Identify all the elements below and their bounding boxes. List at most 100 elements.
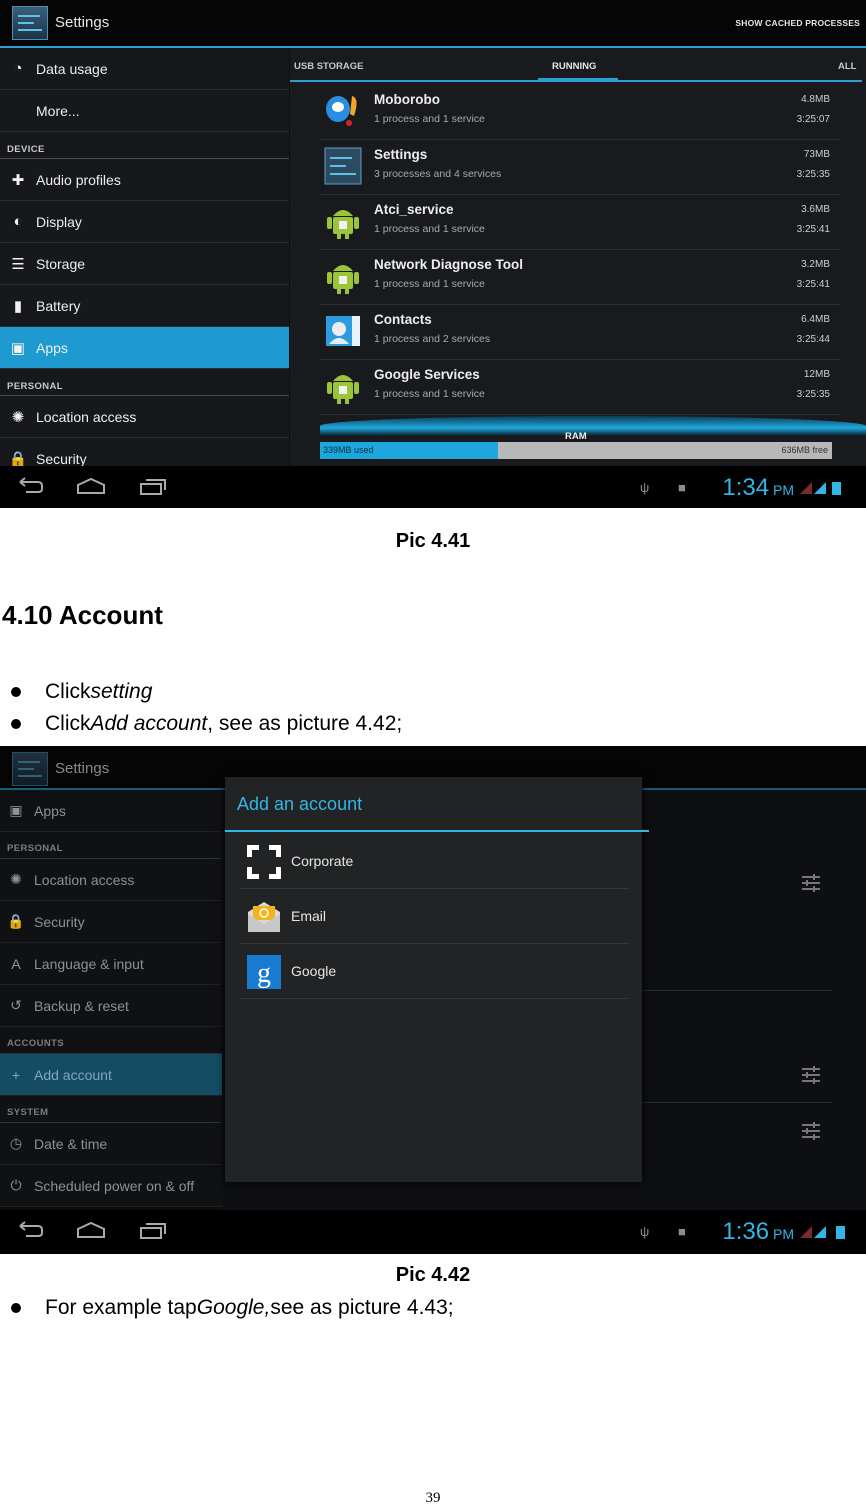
running-apps-panel: USB STORAGE RUNNING ALL Moborobo 1 proces… (290, 48, 866, 466)
sidebar-item-more[interactable]: More... (0, 90, 289, 132)
svg-text:g: g (257, 958, 271, 989)
sidebar-item-label: Scheduled power on & off (34, 1177, 195, 1194)
sidebar-item-backup-reset[interactable]: ↺ Backup & reset (0, 985, 222, 1027)
sidebar-item-location-access[interactable]: ✺ Location access (0, 859, 222, 901)
sidebar-item-label: Security (36, 450, 87, 467)
sidebar-item-label: Location access (34, 871, 135, 888)
sidebar-item-label: Backup & reset (34, 997, 129, 1014)
bullet-click-add-account: Click Add account, see as picture 4.42; (11, 712, 402, 736)
android-notification-icon: ■ (678, 480, 686, 495)
sidebar-item-data-usage[interactable]: ◔ Data usage (0, 48, 289, 90)
account-option-email[interactable]: Email (239, 889, 629, 944)
backup-icon: ↺ (10, 997, 22, 1013)
sidebar-item-label: Date & time (34, 1135, 108, 1152)
sidebar-item-scheduled-power-on-off[interactable]: ⏻ Scheduled power on & off (0, 1165, 222, 1207)
recent-apps-icon[interactable] (138, 476, 168, 496)
caption-pic-4-41: Pic 4.41 (395, 530, 471, 552)
process-uptime: 3:25:41 (796, 279, 830, 290)
sidebar-item-apps[interactable]: ▣ Apps (0, 790, 222, 832)
screenshot-running-apps: Settings SHOW CACHED PROCESSES ◔ Data usa… (0, 0, 866, 508)
process-description: 1 process and 1 service (374, 278, 485, 290)
tab-running[interactable]: RUNNING (552, 61, 596, 72)
sidebar-item-display[interactable]: ◐ Display (0, 201, 289, 243)
home-icon[interactable] (76, 1220, 106, 1240)
account-option-corporate[interactable]: Corporate (239, 834, 629, 889)
process-name: Atci_service (374, 202, 454, 217)
sidebar-item-apps[interactable]: ▣ Apps (0, 327, 289, 369)
bullet-dot (11, 1303, 21, 1313)
dialog-title: Add an account (237, 794, 363, 814)
sidebar-header-device: DEVICE (0, 132, 289, 159)
status-clock: 1:36 PM (722, 1218, 794, 1245)
blank-icon (9, 102, 27, 120)
lock-icon: 🔒 (7, 913, 25, 929)
process-description: 3 processes and 4 services (374, 168, 502, 180)
battery-icon: ▮ (13, 297, 23, 315)
show-cached-processes-button[interactable]: SHOW CACHED PROCESSES (735, 18, 860, 28)
android-notification-icon: ■ (678, 1224, 686, 1239)
settings-sidebar: ◔ Data usage More... DEVICE ✚ Audio profiles ◐… (0, 48, 289, 480)
process-uptime: 3:25:07 (796, 114, 830, 125)
process-memory: 3.2MB (801, 259, 830, 270)
sidebar-item-add-account[interactable]: + Add account (0, 1054, 222, 1096)
lock-icon: 🔒 (8, 450, 28, 468)
process-row[interactable]: Moborobo 1 process and 1 service 4.8MB 3:25… (320, 84, 840, 140)
home-icon[interactable] (76, 476, 106, 496)
process-name: Moborobo (374, 92, 440, 107)
audio-profiles-icon: ✚ (11, 171, 25, 189)
tab-usb-storage[interactable]: USB STORAGE (294, 61, 364, 72)
sidebar-item-language-input[interactable]: A Language & input (0, 943, 222, 985)
moborobo-icon (324, 92, 362, 130)
settings-icon (324, 147, 362, 185)
account-option-google[interactable]: g Google (239, 944, 629, 999)
ram-free-label: 636MB free (781, 445, 828, 455)
back-icon[interactable] (16, 476, 46, 496)
process-name: Contacts (374, 312, 432, 327)
process-description: 1 process and 1 service (374, 113, 485, 125)
app-tabs: USB STORAGE RUNNING ALL (290, 56, 862, 82)
sidebar-item-label: Storage (36, 255, 86, 272)
sidebar-item-location-access[interactable]: ✺ Location access (0, 396, 289, 438)
sync-settings-icon[interactable] (800, 1064, 822, 1086)
process-row[interactable]: Google Services 1 process and 1 service 12… (320, 359, 840, 415)
back-icon[interactable] (16, 1220, 46, 1240)
process-name: Network Diagnose Tool (374, 257, 524, 272)
android-icon (324, 257, 362, 295)
process-row[interactable]: Contacts 1 process and 2 services 6.4MB 3:2… (320, 304, 840, 360)
sidebar-item-label: Location access (36, 408, 137, 425)
process-row[interactable]: Network Diagnose Tool 1 process and 1 ser… (320, 249, 840, 305)
sidebar-item-audio-profiles[interactable]: ✚ Audio profiles (0, 159, 289, 201)
sidebar-item-label: Apps (34, 802, 66, 819)
ram-glow-decoration (320, 416, 866, 436)
ram-used-label: 339MB used (323, 445, 374, 455)
location-icon: ✺ (11, 408, 25, 426)
sidebar-item-date-time[interactable]: ◷ Date & time (0, 1123, 222, 1165)
process-uptime: 3:25:35 (796, 389, 830, 400)
apps-icon: ▣ (9, 802, 23, 818)
display-icon: ◐ (13, 213, 23, 230)
process-uptime: 3:25:41 (796, 224, 830, 235)
system-navbar: ψ ■ 1:36 PM (0, 1210, 866, 1254)
sync-settings-icon[interactable] (800, 1120, 822, 1142)
process-row[interactable]: Settings 3 processes and 4 services 73MB 3:… (320, 139, 840, 195)
process-row[interactable]: Atci_service 1 process and 1 service 3.6MB… (320, 194, 840, 250)
sidebar-item-security[interactable]: 🔒 Security (0, 901, 222, 943)
sidebar-header-personal: PERSONAL (0, 832, 222, 859)
selected-tab-indicator (538, 78, 618, 82)
settings-app-icon[interactable] (12, 752, 48, 786)
app-title: Settings (55, 760, 110, 777)
sidebar-item-storage[interactable]: ☰ Storage (0, 243, 289, 285)
sync-settings-icon[interactable] (800, 872, 822, 894)
settings-app-icon[interactable] (12, 6, 48, 40)
sidebar-item-label: Apps (36, 339, 68, 356)
tab-all[interactable]: ALL (838, 61, 856, 72)
signal-battery-icons (800, 482, 841, 495)
bullet-dot (11, 719, 21, 729)
sidebar-header-system: SYSTEM (0, 1096, 222, 1123)
process-memory: 4.8MB (801, 94, 830, 105)
sidebar-item-label: Audio profiles (36, 171, 121, 188)
sidebar-item-battery[interactable]: ▮ Battery (0, 285, 289, 327)
bullet-tap-google: For example tap Google, see as picture 4… (11, 1296, 454, 1320)
recent-apps-icon[interactable] (138, 1220, 168, 1240)
sidebar-header-accounts: ACCOUNTS (0, 1027, 222, 1054)
